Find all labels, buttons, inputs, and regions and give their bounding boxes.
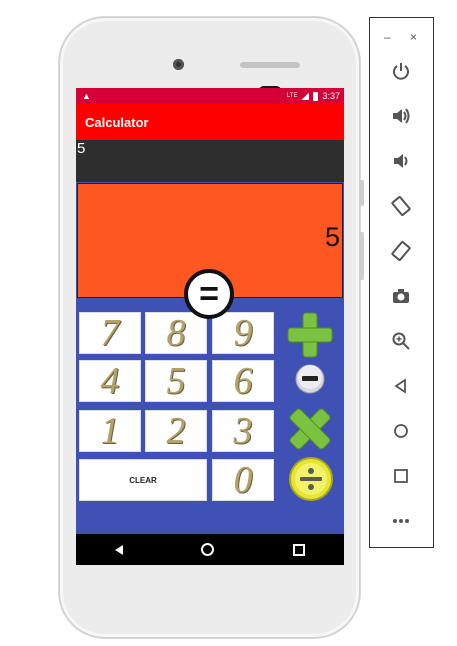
camera-icon[interactable] bbox=[388, 283, 414, 309]
home-icon[interactable] bbox=[388, 418, 414, 444]
front-camera bbox=[173, 59, 184, 70]
status-bar: ▲ LTE 3:37 bbox=[76, 88, 344, 104]
key-4[interactable]: 4 bbox=[79, 360, 141, 402]
key-8[interactable]: 8 bbox=[145, 312, 207, 354]
plus-icon[interactable] bbox=[284, 310, 336, 360]
key-1[interactable]: 1 bbox=[79, 410, 141, 452]
key-6[interactable]: 6 bbox=[212, 360, 274, 402]
volume-up-icon[interactable] bbox=[388, 103, 414, 129]
divide-icon[interactable] bbox=[288, 456, 334, 502]
more-icon[interactable] bbox=[388, 508, 414, 534]
volume-side-button bbox=[360, 232, 364, 280]
minimize-button[interactable]: – bbox=[384, 30, 391, 44]
warning-icon: ▲ bbox=[82, 91, 91, 101]
input-value: 5 bbox=[77, 140, 86, 157]
app-bar: Calculator bbox=[76, 104, 344, 140]
equals-button[interactable]: = bbox=[184, 269, 234, 319]
nav-overview-icon[interactable] bbox=[292, 543, 305, 556]
device-screen: ▲ LTE 3:37 Calculator 5 5 7 8 9 4 5 6 1 … bbox=[76, 88, 344, 565]
key-3[interactable]: 3 bbox=[212, 410, 274, 452]
keypad: 7 8 9 4 5 6 1 2 3 CLEAR 0 bbox=[76, 310, 344, 565]
minus-icon[interactable] bbox=[292, 362, 328, 396]
key-9[interactable]: 9 bbox=[212, 312, 274, 354]
app-title: Calculator bbox=[85, 114, 149, 130]
back-icon[interactable] bbox=[388, 373, 414, 399]
status-time: 3:37 bbox=[322, 91, 340, 101]
nav-bar bbox=[76, 534, 344, 565]
nav-home-icon[interactable] bbox=[201, 543, 215, 556]
power-side-button bbox=[360, 180, 364, 206]
network-label: LTE bbox=[286, 93, 298, 99]
key-0[interactable]: 0 bbox=[212, 459, 274, 501]
volume-down-icon[interactable] bbox=[388, 148, 414, 174]
key-2[interactable]: 2 bbox=[145, 410, 207, 452]
key-5[interactable]: 5 bbox=[145, 360, 207, 402]
battery-icon bbox=[313, 91, 319, 101]
overview-icon[interactable] bbox=[388, 463, 414, 489]
close-button[interactable]: × bbox=[410, 30, 417, 44]
signal-icon bbox=[301, 92, 310, 100]
rotate-right-icon[interactable] bbox=[388, 238, 414, 264]
input-field[interactable]: 5 bbox=[76, 140, 344, 182]
multiply-icon[interactable] bbox=[284, 404, 336, 454]
clear-button[interactable]: CLEAR bbox=[79, 459, 207, 501]
rotate-left-icon[interactable] bbox=[388, 193, 414, 219]
key-7[interactable]: 7 bbox=[79, 312, 141, 354]
zoom-icon[interactable] bbox=[388, 328, 414, 354]
nav-back-icon[interactable] bbox=[115, 544, 124, 555]
power-icon[interactable] bbox=[388, 58, 414, 84]
result-value: 5 bbox=[324, 222, 340, 252]
speaker-grille bbox=[240, 62, 300, 68]
emulator-toolbar: – × bbox=[369, 17, 434, 548]
